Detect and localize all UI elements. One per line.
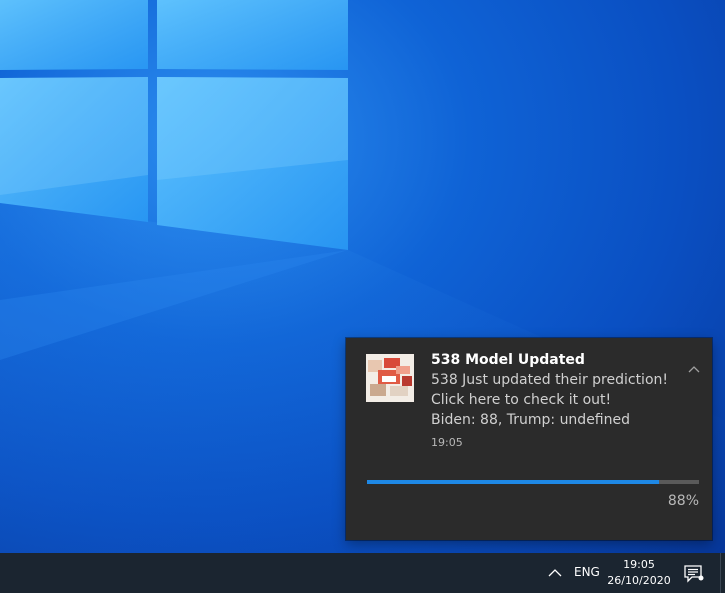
clock-date[interactable]: 26/10/2020 xyxy=(605,573,673,589)
taskbar: ENG 19:05 26/10/2020 xyxy=(0,553,725,593)
app-logo-icon xyxy=(366,354,414,402)
chevron-up-icon xyxy=(548,569,562,577)
notification-body-line: 538 Just updated their prediction! xyxy=(431,372,668,388)
notification-timestamp: 19:05 xyxy=(431,436,463,449)
action-center-button[interactable] xyxy=(683,563,705,583)
clock-time[interactable]: 19:05 xyxy=(605,557,673,573)
show-desktop-button[interactable] xyxy=(720,553,725,593)
show-hidden-icons-button[interactable] xyxy=(545,563,565,583)
progress-percentage: 88% xyxy=(667,493,699,509)
toast-notification[interactable]: 538 Model Updated 538 Just updated their… xyxy=(346,338,712,540)
collapse-notification-button[interactable] xyxy=(684,360,704,380)
notification-title: 538 Model Updated xyxy=(431,352,585,368)
notification-body-line: Click here to check it out! xyxy=(431,392,612,408)
progress-bar-fill xyxy=(367,480,660,484)
action-center-icon xyxy=(684,565,704,583)
input-language-indicator[interactable]: ENG xyxy=(574,565,600,579)
notification-body-line: Biden: 88, Trump: undefined xyxy=(431,412,631,428)
chevron-up-icon xyxy=(688,366,700,373)
progress-bar xyxy=(367,480,699,484)
